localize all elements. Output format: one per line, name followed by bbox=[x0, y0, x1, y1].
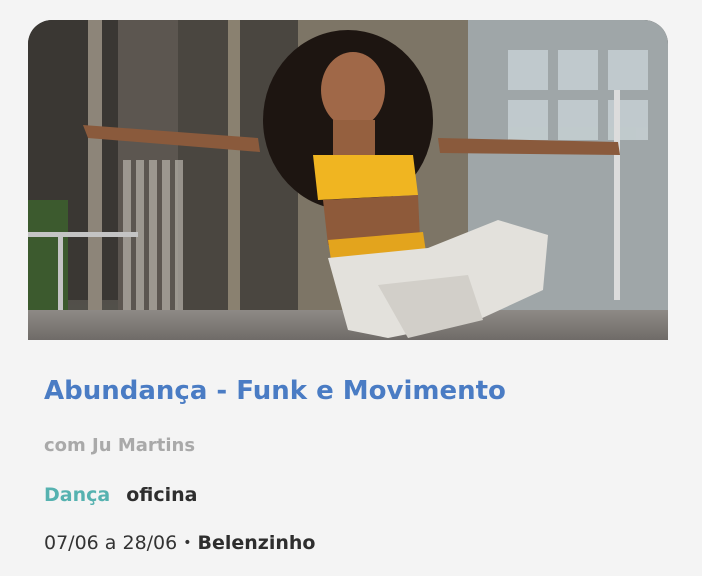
dancer-photo-image bbox=[28, 20, 668, 340]
event-tags: Dança oficina bbox=[44, 484, 197, 506]
event-facilitator: com Ju Martins bbox=[44, 435, 196, 456]
event-photo[interactable] bbox=[28, 20, 668, 340]
event-card[interactable]: Abundança - Funk e Movimento com Ju Mart… bbox=[0, 0, 702, 576]
event-dates: 07/06 a 28/06 bbox=[44, 532, 178, 554]
type-tag: oficina bbox=[126, 484, 198, 506]
event-venue: Belenzinho bbox=[197, 532, 316, 554]
event-meta: 07/06 a 28/06 • Belenzinho bbox=[44, 532, 315, 554]
category-tag[interactable]: Dança bbox=[44, 484, 110, 506]
meta-separator: • bbox=[183, 535, 192, 551]
event-title[interactable]: Abundança - Funk e Movimento bbox=[44, 376, 506, 406]
